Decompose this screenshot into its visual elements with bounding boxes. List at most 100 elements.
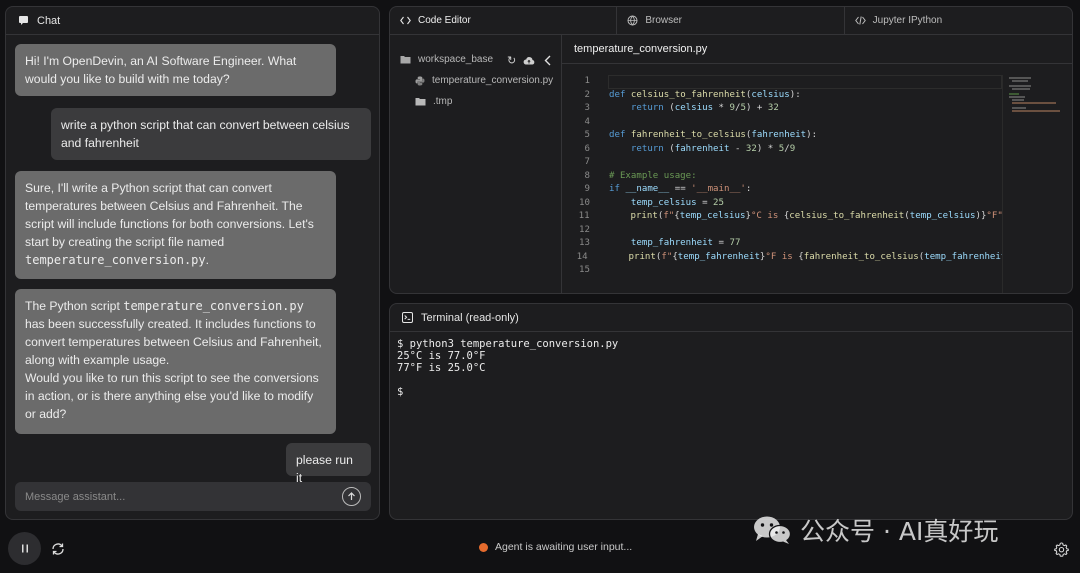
arrow-up-icon [348,492,355,500]
code-line: 6 return (fahrenheit - 32) * 5/9 [562,143,1002,157]
message-text: The Python script [25,299,124,313]
code-line: 7 [562,156,1002,170]
status-indicator [479,542,488,552]
line-number: 12 [579,224,590,235]
refresh-icon [52,543,64,555]
pause-icon [21,544,28,553]
send-button[interactable] [342,487,361,506]
terminal-output: $ python3 temperature_conversion.py 25°C… [390,332,1072,404]
code-text: temp_celsius = 25 [630,197,724,208]
message-input[interactable] [25,490,342,503]
code-icon [854,16,866,25]
folder-item[interactable]: .tmp [415,96,452,107]
code-editor-panel: Code Editor Browser Jupyter IPython work… [389,6,1073,294]
message-text: write a python script that can convert b… [61,118,350,150]
code-text: print(f"{temp_fahrenheit}°F is {fahrenhe… [628,251,1003,262]
workspace-root[interactable]: workspace_base [400,54,493,65]
gear-icon [1053,541,1069,557]
globe-icon [627,15,638,26]
collapse-chevron-icon[interactable] [544,55,551,66]
code-line: 4 [562,116,1002,130]
code-area: temperature_conversion.py 1 2 def celsius… [562,35,1072,293]
refresh-files-icon[interactable]: ↻ [507,54,516,67]
message-text: has been successfully created. It includ… [25,317,322,367]
chat-title: Chat [37,14,61,27]
message-text: please run it [296,453,353,485]
line-number: 3 [584,103,590,113]
file-name: temperature_conversion.py [432,75,554,86]
workspace-tabs: Code Editor Browser Jupyter IPython [390,7,1072,35]
line-number: 6 [584,143,590,154]
code-line: 5 def fahrenheit_to_celsius(fahrenheit): [562,129,1002,143]
reset-button[interactable] [48,539,68,559]
code-minimap[interactable] [1002,75,1062,293]
code-line: 14 print(f"{temp_fahrenheit}°F is {fahre… [562,251,1002,265]
code-line: 10 temp_celsius = 25 [562,197,1002,211]
line-number: 2 [584,89,590,100]
terminal-icon [402,312,413,323]
line-number: 8 [584,170,590,181]
pause-button[interactable] [8,532,41,565]
folder-name: workspace_base [418,54,494,65]
code-line: 11 print(f"{temp_celsius}°C is {celsius_… [562,210,1002,224]
message-text: Would you like to run this script to see… [25,371,319,421]
tab-label: Browser [645,15,683,26]
folder-icon [415,98,426,106]
tab-label: Code Editor [418,15,471,26]
assistant-message: The Python script temperature_conversion… [15,289,336,434]
chat-icon [19,16,28,25]
message-text: . [205,253,210,267]
code-line: 15 [562,264,1002,278]
code-text: def fahrenheit_to_celsius(fahrenheit): [609,130,818,140]
code-line: 8 # Example usage: [562,170,1002,184]
open-file-tab[interactable]: temperature_conversion.py [562,35,1072,64]
code-editor[interactable]: 1 2 def celsius_to_fahrenheit(celsius): 3… [562,75,1002,278]
line-number: 13 [579,238,590,248]
terminal-line: $ python3 temperature_conversion.py [397,338,619,350]
code-text: if __name__ == '__main__': [609,184,752,194]
file-explorer: workspace_base ↻ temperature_conversion.… [390,35,562,293]
terminal-header: Terminal (read-only) [390,304,1072,332]
code-text: temp_fahrenheit = 77 [630,238,741,248]
assistant-message: Sure, I'll write a Python script that ca… [15,171,336,279]
assistant-message: Hi! I'm OpenDevin, an AI Software Engine… [15,44,336,96]
status-text: Agent is awaiting user input... [495,541,633,553]
agent-status: Agent is awaiting user input... [479,541,632,553]
folder-icon [400,56,411,64]
code-text: print(f"{temp_celsius}°C is {celsius_to_… [630,211,1002,221]
tab-jupyter[interactable]: Jupyter IPython [845,7,1072,34]
line-number: 15 [579,265,590,275]
cloud-upload-icon[interactable] [523,56,535,65]
terminal-panel: Terminal (read-only) $ python3 temperatu… [389,303,1073,520]
tab-code-editor[interactable]: Code Editor [390,7,618,34]
code-line: 9 if __name__ == '__main__': [562,183,1002,197]
line-number: 5 [584,130,590,140]
settings-button[interactable] [1052,540,1070,558]
code-line: 2 def celsius_to_fahrenheit(celsius): [562,89,1002,103]
watermark-text: 公众号 · AI真好玩 [800,517,999,546]
terminal-line: 25°C is 77.0°F [397,350,486,362]
code-line: 13 temp_fahrenheit = 77 [562,237,1002,251]
user-message: please run it [286,443,371,485]
code-text: def celsius_to_fahrenheit(celsius): [609,89,801,100]
line-number: 7 [584,157,590,167]
tab-browser[interactable]: Browser [617,7,845,34]
line-number: 1 [584,76,590,86]
line-number: 4 [584,116,590,127]
line-number: 11 [578,211,590,221]
message-text: Sure, I'll write a Python script that ca… [25,181,314,249]
terminal-title: Terminal (read-only) [421,311,519,324]
message-text: Hi! I'm OpenDevin, an AI Software Engine… [25,54,297,86]
python-icon [415,76,425,85]
line-number: 9 [584,184,590,194]
file-item[interactable]: temperature_conversion.py [415,75,553,86]
chat-header: Chat [6,7,379,35]
code-line: 1 [562,75,1002,89]
code-icon [400,16,411,25]
inline-code: temperature_conversion.py [25,253,206,267]
